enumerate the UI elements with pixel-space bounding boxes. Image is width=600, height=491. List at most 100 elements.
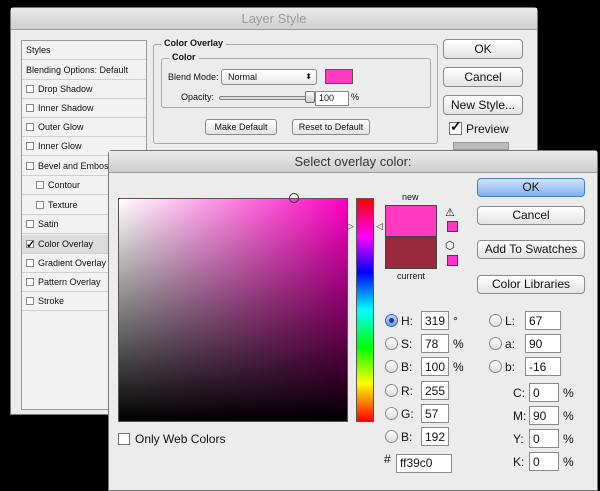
hue-slider[interactable]: [356, 198, 374, 422]
picker-cancel-button[interactable]: Cancel: [477, 206, 585, 225]
saturation-brightness-field[interactable]: [118, 198, 348, 422]
cmyk-label: K:: [513, 455, 525, 469]
hsb-field[interactable]: 78: [421, 334, 449, 353]
style-item-label: Color Overlay: [38, 239, 94, 249]
style-item-label: Contour: [48, 180, 81, 190]
hue-slider-left-arrow-icon[interactable]: ▷: [347, 221, 354, 232]
style-checkbox[interactable]: [26, 259, 34, 267]
hsb-field[interactable]: 100: [421, 357, 449, 376]
make-default-button[interactable]: Make Default: [205, 119, 277, 135]
style-item-label: Inner Glow: [38, 141, 82, 151]
radio-hsb-0[interactable]: [385, 314, 398, 327]
style-item-label: Stroke: [38, 296, 65, 306]
style-item[interactable]: Inner Shadow: [22, 99, 146, 118]
layer-style-ok-button[interactable]: OK: [443, 39, 523, 59]
style-item-label: Bevel and Emboss: [38, 161, 114, 171]
radio-rgb-2[interactable]: [385, 430, 398, 443]
style-checkbox[interactable]: [36, 201, 44, 209]
out-of-gamut-warning-icon[interactable]: ⚠: [445, 206, 455, 219]
style-checkbox[interactable]: [26, 162, 34, 170]
style-checkbox[interactable]: [26, 278, 34, 286]
cmyk-unit: %: [563, 409, 574, 423]
preview-checkbox[interactable]: ✓: [449, 118, 462, 135]
cmyk-field[interactable]: 90: [529, 406, 559, 425]
rgb-field[interactable]: 255: [421, 381, 449, 400]
style-checkbox[interactable]: [26, 104, 34, 112]
opacity-slider-handle[interactable]: [305, 91, 315, 103]
lab-field[interactable]: 67: [525, 311, 561, 330]
radio-lab-0[interactable]: [489, 314, 502, 327]
only-web-colors-checkbox[interactable]: [118, 433, 130, 445]
add-to-swatches-button[interactable]: Add To Swatches: [477, 240, 585, 259]
color-overlay-group-title: Color Overlay: [161, 38, 227, 48]
style-checkbox[interactable]: [26, 297, 34, 305]
style-checkbox[interactable]: [26, 85, 34, 93]
field-picker-circle[interactable]: [289, 193, 299, 203]
radio-rgb-1[interactable]: [385, 407, 398, 420]
hsb-unit: %: [453, 337, 464, 351]
opacity-slider[interactable]: [219, 96, 311, 100]
color-picker-dialog: Select overlay color: ▷ ◁ new current ⚠ …: [108, 150, 598, 491]
select-arrows-icon: ⬍: [305, 72, 312, 81]
style-item[interactable]: Blending Options: Default: [22, 61, 146, 80]
new-color-swatch: [385, 205, 437, 237]
cmyk-unit: %: [563, 386, 574, 400]
lab-field[interactable]: -16: [525, 357, 561, 376]
hsb-label: H:: [401, 314, 413, 328]
hsb-unit: °: [453, 314, 458, 328]
cmyk-field[interactable]: 0: [529, 452, 559, 471]
lab-label: b:: [505, 360, 516, 374]
lab-label: a:: [505, 337, 516, 351]
color-subgroup-title: Color: [169, 52, 199, 62]
overlay-color-swatch[interactable]: [325, 69, 353, 84]
cmyk-label: Y:: [513, 432, 524, 446]
lab-field[interactable]: 90: [525, 334, 561, 353]
reset-to-default-button[interactable]: Reset to Default: [292, 119, 370, 135]
preview-thumbnail: [453, 142, 509, 150]
cmyk-field[interactable]: 0: [529, 383, 559, 402]
style-item-label: Pattern Overlay: [38, 277, 101, 287]
rgb-field[interactable]: 192: [421, 427, 449, 446]
style-checkbox[interactable]: [26, 123, 34, 131]
style-item[interactable]: Drop Shadow: [22, 80, 146, 99]
web-safe-color-swatch[interactable]: [447, 255, 458, 266]
cmyk-field[interactable]: 0: [529, 429, 559, 448]
gamut-color-swatch[interactable]: [447, 221, 458, 232]
radio-hsb-1[interactable]: [385, 337, 398, 350]
hsb-unit: %: [453, 360, 464, 374]
radio-hsb-2[interactable]: [385, 360, 398, 373]
preview-label: Preview: [466, 122, 509, 136]
blend-mode-value: Normal: [228, 72, 258, 82]
hex-field[interactable]: ff39c0: [396, 454, 452, 473]
style-checkbox[interactable]: [26, 220, 34, 228]
rgb-label: G:: [401, 407, 414, 421]
opacity-field[interactable]: 100: [315, 91, 349, 106]
hsb-field[interactable]: 319: [421, 311, 449, 330]
current-color-swatch[interactable]: [385, 237, 437, 269]
hex-label: #: [384, 452, 391, 466]
cmyk-label: M:: [513, 409, 527, 423]
radio-rgb-0[interactable]: [385, 384, 398, 397]
radio-lab-1[interactable]: [489, 337, 502, 350]
style-item-label: Inner Shadow: [38, 103, 94, 113]
radio-lab-2[interactable]: [489, 360, 502, 373]
styles-header[interactable]: Styles: [22, 41, 146, 60]
cmyk-label: C:: [513, 386, 525, 400]
color-picker-title: Select overlay color:: [109, 151, 597, 173]
style-item[interactable]: Outer Glow: [22, 118, 146, 137]
color-libraries-button[interactable]: Color Libraries: [477, 275, 585, 294]
only-web-colors-label: Only Web Colors: [135, 432, 226, 446]
style-checkbox[interactable]: [26, 236, 35, 255]
cmyk-unit: %: [563, 432, 574, 446]
web-safe-cube-icon[interactable]: ⬡: [445, 239, 455, 252]
new-style-button[interactable]: New Style...: [443, 95, 523, 115]
hsb-label: B:: [401, 360, 413, 374]
style-checkbox[interactable]: [26, 142, 34, 150]
blend-mode-select[interactable]: Normal ⬍: [221, 69, 317, 85]
style-checkbox[interactable]: [36, 181, 44, 189]
layer-style-cancel-button[interactable]: Cancel: [443, 67, 523, 87]
hue-slider-right-arrow-icon[interactable]: ◁: [376, 221, 383, 232]
rgb-field[interactable]: 57: [421, 404, 449, 423]
lab-label: L:: [505, 314, 516, 328]
picker-ok-button[interactable]: OK: [477, 178, 585, 197]
